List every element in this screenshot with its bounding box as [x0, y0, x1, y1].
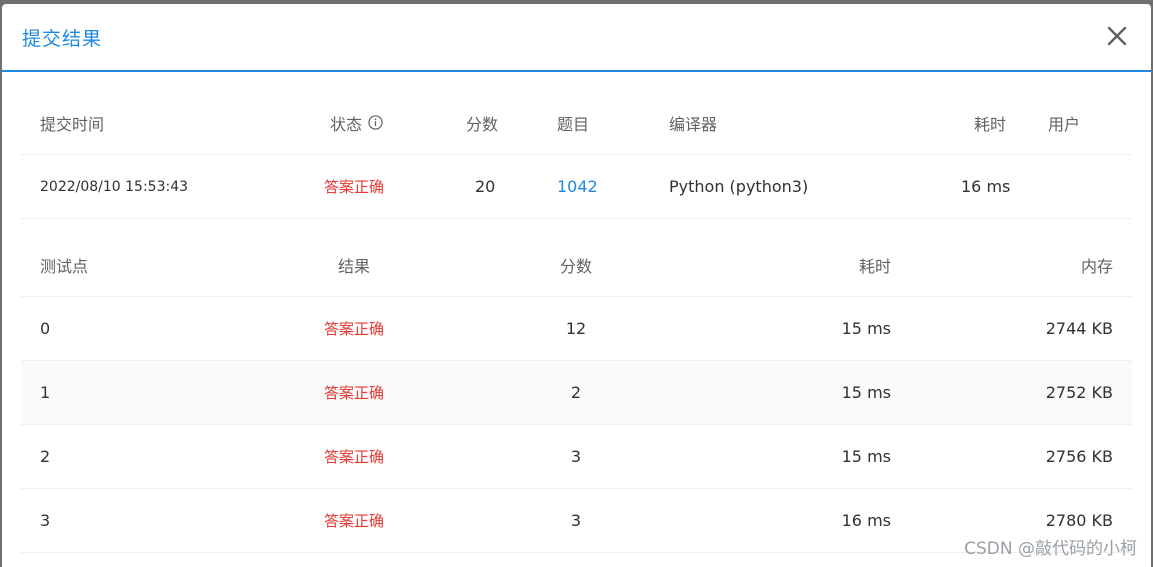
case-memory: 2756 KB [1045, 447, 1113, 466]
header-case: 测试点 [40, 256, 89, 276]
problem-link[interactable]: 1042 [557, 155, 598, 218]
summary-row: 2022/08/10 15:53:43 答案正确 20 1042 Python … [21, 155, 1132, 219]
time-value: 16 ms [961, 177, 1011, 196]
case-score: 3 [570, 511, 582, 530]
header-result: 结果 [337, 256, 370, 276]
header-tc-time: 耗时 [858, 256, 891, 276]
header-time: 耗时 [974, 114, 1007, 134]
header-status: 状态 [330, 91, 383, 154]
case-time: 15 ms [841, 383, 891, 402]
header-status-label: 状态 [330, 114, 363, 134]
header-compiler: 编译器 [669, 114, 718, 134]
case-memory: 2752 KB [1045, 383, 1113, 402]
submission-result-dialog: 提交结果 提交时间 状态 分数 题目 编译器 耗时 用户 2022/08/10 … [2, 4, 1151, 567]
watermark: CSDN @敲代码的小柯 [964, 539, 1137, 559]
testcase-header-row: 测试点 结果 分数 耗时 内存 [21, 233, 1132, 297]
table-row: 0 答案正确 12 15 ms 2744 KB [21, 297, 1132, 361]
submit-time-value: 2022/08/10 15:53:43 [40, 178, 189, 195]
case-id: 1 [40, 383, 51, 402]
header-user: 用户 [1048, 114, 1081, 134]
case-id: 0 [40, 319, 51, 338]
header-submit-time: 提交时间 [40, 114, 105, 134]
header-memory: 内存 [1080, 256, 1113, 276]
case-memory: 2744 KB [1045, 319, 1113, 338]
result-badge: 答案正确 [323, 512, 384, 530]
case-score: 2 [570, 383, 582, 402]
case-id: 2 [40, 447, 51, 466]
header-problem: 题目 [557, 114, 590, 134]
case-id: 3 [40, 511, 51, 530]
table-row: 1 答案正确 2 15 ms 2752 KB [21, 361, 1132, 425]
case-score: 12 [565, 319, 587, 338]
table-row: 2 答案正确 3 15 ms 2756 KB [21, 425, 1132, 489]
close-button[interactable] [1105, 24, 1129, 48]
summary-header-row: 提交时间 状态 分数 题目 编译器 耗时 用户 [21, 91, 1132, 155]
case-time: 16 ms [841, 511, 891, 530]
status-badge: 答案正确 [324, 178, 385, 196]
result-badge: 答案正确 [323, 384, 384, 402]
dialog-header: 提交结果 [2, 4, 1151, 72]
score-value: 20 [475, 177, 496, 196]
result-badge: 答案正确 [323, 320, 384, 338]
case-time: 15 ms [841, 447, 891, 466]
header-tc-score: 分数 [559, 256, 592, 276]
compiler-value: Python (python3) [669, 177, 809, 196]
dialog-title: 提交结果 [22, 28, 103, 50]
case-time: 15 ms [841, 319, 891, 338]
result-badge: 答案正确 [323, 448, 384, 466]
case-score: 3 [570, 447, 582, 466]
close-icon [1107, 26, 1127, 46]
header-score: 分数 [466, 114, 499, 134]
info-icon[interactable] [368, 115, 383, 130]
